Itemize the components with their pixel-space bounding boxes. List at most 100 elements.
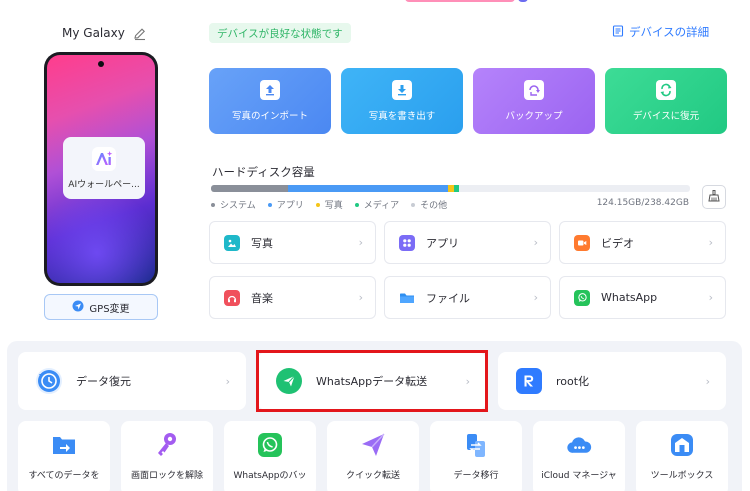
chevron-right-icon: › — [708, 236, 713, 249]
disk-segment-system — [211, 185, 288, 192]
chevron-right-icon: › — [225, 374, 230, 388]
category-label: ビデオ — [601, 236, 634, 250]
disk-capacity-title: ハードディスク容量 — [212, 165, 315, 179]
key-icon — [154, 432, 180, 458]
category-photos[interactable]: 写真 › — [209, 221, 376, 264]
small-tool-whatsapp-backup[interactable]: WhatsAppのバッ — [224, 421, 316, 491]
send-icon — [360, 432, 386, 458]
category-video[interactable]: ビデオ › — [559, 221, 726, 264]
category-label: 写真 — [251, 236, 273, 250]
small-tool-transfer-all[interactable]: すべてのデータを — [18, 421, 110, 491]
top-decoration-dot — [518, 0, 528, 2]
phone-screen: AIウォールペー... — [47, 55, 155, 283]
upload-icon — [260, 80, 280, 100]
restore-icon — [656, 80, 676, 100]
disk-segment-media — [453, 185, 460, 192]
root-icon — [516, 368, 542, 394]
category-whatsapp[interactable]: WhatsApp › — [559, 276, 726, 319]
export-photos-button[interactable]: 写真を書き出す — [341, 68, 463, 134]
migrate-icon — [463, 432, 489, 458]
category-label: 音楽 — [251, 291, 273, 305]
clean-storage-button[interactable] — [702, 185, 726, 209]
export-photos-label: 写真を書き出す — [368, 111, 436, 122]
backup-button[interactable]: バックアップ — [473, 68, 595, 134]
transfer-folder-icon — [51, 432, 77, 458]
ai-logo-icon — [92, 146, 116, 171]
chevron-right-icon: › — [533, 236, 538, 249]
edit-icon[interactable] — [133, 26, 147, 41]
broom-icon — [707, 188, 721, 207]
small-tool-quick-transfer[interactable]: クイック転送 — [327, 421, 419, 491]
chevron-right-icon: › — [358, 291, 363, 304]
legend-item-apps: アプリ — [267, 198, 304, 211]
cloud-icon — [566, 432, 592, 458]
category-label: ファイル — [426, 291, 470, 305]
chevron-right-icon: › — [465, 374, 470, 388]
video-icon — [574, 234, 590, 251]
tool-label: データ復元 — [76, 375, 131, 388]
chevron-right-icon: › — [705, 374, 710, 388]
device-name-row: My Galaxy — [62, 26, 147, 41]
music-icon — [224, 289, 240, 306]
whatsapp-transfer-icon — [276, 368, 302, 394]
device-details-label: デバイスの詳細 — [629, 25, 710, 39]
small-tool-label: すべてのデータを — [28, 471, 100, 481]
legend-item-other: その他 — [411, 198, 447, 211]
disk-legend: システム アプリ 写真 メディア その他 — [211, 198, 447, 211]
small-tool-label: 画面ロックを解除 — [130, 471, 203, 481]
import-photos-button[interactable]: 写真のインポート — [209, 68, 331, 134]
small-tool-label: データ移行 — [453, 471, 499, 481]
small-tool-label: クイック転送 — [345, 471, 400, 481]
category-label: WhatsApp — [601, 291, 658, 304]
chevron-right-icon: › — [533, 291, 538, 304]
apps-icon — [399, 234, 415, 251]
download-icon — [392, 80, 412, 100]
top-decoration — [405, 0, 515, 2]
category-apps[interactable]: アプリ › — [384, 221, 551, 264]
device-name: My Galaxy — [62, 26, 125, 40]
small-tool-icloud-manager[interactable]: iCloud マネージャ — [533, 421, 625, 491]
whatsapp-icon — [574, 289, 590, 306]
camera-dot — [98, 61, 104, 67]
category-label: アプリ — [426, 236, 459, 250]
backup-icon — [524, 80, 544, 100]
tool-label: WhatsAppデータ転送 — [316, 375, 428, 388]
small-tool-label: ツールボックス — [650, 471, 714, 481]
chevron-right-icon: › — [358, 236, 363, 249]
ai-wallpaper-label: AIウォールペー... — [68, 179, 140, 190]
small-tool-data-migration[interactable]: データ移行 — [430, 421, 522, 491]
legend-item-system: システム — [211, 198, 256, 211]
category-music[interactable]: 音楽 › — [209, 276, 376, 319]
category-files[interactable]: ファイル › — [384, 276, 551, 319]
tool-label: root化 — [556, 375, 590, 388]
folder-icon — [399, 290, 415, 306]
document-icon — [612, 24, 624, 40]
tool-whatsapp-transfer[interactable]: WhatsAppデータ転送 › — [258, 352, 486, 410]
gps-change-button[interactable]: GPS変更 — [44, 294, 158, 320]
small-tool-label: WhatsAppのバッ — [233, 471, 307, 481]
legend-item-media: メディア — [354, 198, 399, 211]
restore-device-label: デバイスに復元 — [632, 111, 700, 122]
restore-device-button[interactable]: デバイスに復元 — [605, 68, 727, 134]
small-tool-toolbox[interactable]: ツールボックス — [636, 421, 728, 491]
chevron-right-icon: › — [708, 291, 713, 304]
device-details-link[interactable]: デバイスの詳細 — [612, 24, 709, 40]
backup-label: バックアップ — [505, 111, 563, 122]
tool-root[interactable]: root化 › — [498, 352, 726, 410]
phone-preview: AIウォールペー... — [44, 52, 158, 286]
legend-item-photos: 写真 — [315, 198, 343, 211]
toolbox-icon — [669, 432, 695, 458]
device-status-badge: デバイスが良好な状態です — [209, 23, 351, 43]
photo-icon — [224, 234, 240, 251]
tool-data-recovery[interactable]: データ復元 › — [18, 352, 246, 410]
gps-change-label: GPS変更 — [89, 303, 130, 315]
small-tool-label: iCloud マネージャ — [541, 471, 617, 481]
whatsapp-icon — [257, 432, 283, 458]
disk-usage-bar — [211, 185, 690, 192]
ai-wallpaper-card[interactable]: AIウォールペー... — [63, 137, 145, 199]
small-tool-screen-unlock[interactable]: 画面ロックを解除 — [121, 421, 213, 491]
import-photos-label: 写真のインポート — [231, 111, 308, 122]
disk-size-text: 124.15GB/238.42GB — [596, 198, 689, 208]
disk-segment-apps — [287, 185, 449, 192]
data-recovery-icon — [36, 368, 62, 394]
